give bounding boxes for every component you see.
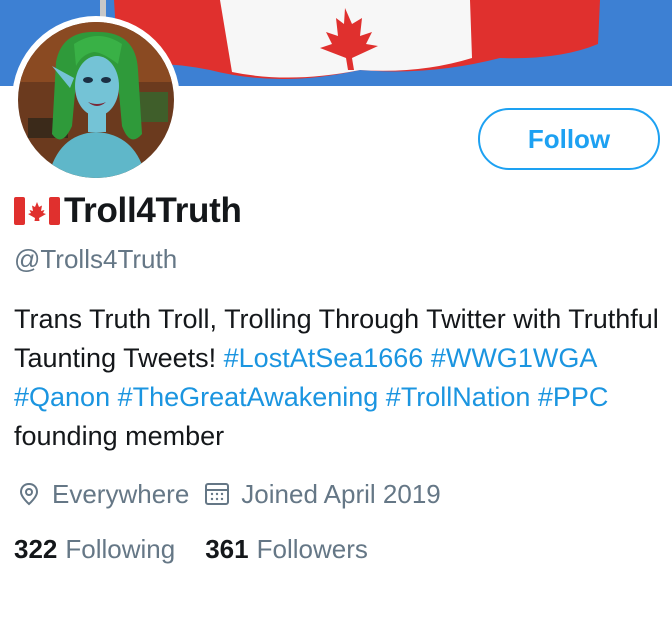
following-link[interactable]: 322 Following [14,534,175,565]
followers-label: Followers [256,534,368,564]
follow-button[interactable]: Follow [478,108,660,170]
hashtag-link[interactable]: #TrollNation [386,382,531,412]
avatar-image [18,22,174,178]
hashtag-link[interactable]: #LostAtSea1666 [224,343,424,373]
hashtag-link[interactable]: #PPC [538,382,609,412]
bio-text: founding member [14,421,225,451]
followers-link[interactable]: 361 Followers [205,534,368,565]
joined-date: Joined April 2019 [203,478,441,510]
display-name: Troll4Truth [64,191,242,230]
profile-bio: Trans Truth Troll, Trolling Through Twit… [14,300,664,456]
location: Everywhere [16,479,189,510]
profile-stats: 322 Following 361 Followers [14,534,368,565]
profile-header: Follow Troll4Truth @Trolls4Truth Trans T… [0,0,672,618]
hashtag-link[interactable]: #Qanon [14,382,110,412]
hashtag-link[interactable]: #WWG1WGA [431,343,596,373]
user-handle: @Trolls4Truth [14,244,178,274]
following-count: 322 [14,534,58,564]
calendar-icon [205,483,230,505]
display-name-row: Troll4Truth [14,188,242,234]
profile-meta: Everywhere Joined April 2019 [16,476,441,512]
location-pin-icon [19,482,39,506]
hashtag-link[interactable]: #TheGreatAwakening [118,382,379,412]
canada-flag-icon [14,197,60,225]
following-label: Following [65,534,176,564]
followers-count: 361 [205,534,249,564]
avatar[interactable] [12,16,180,184]
joined-text: Joined April 2019 [241,478,441,509]
location-text: Everywhere [52,478,190,509]
